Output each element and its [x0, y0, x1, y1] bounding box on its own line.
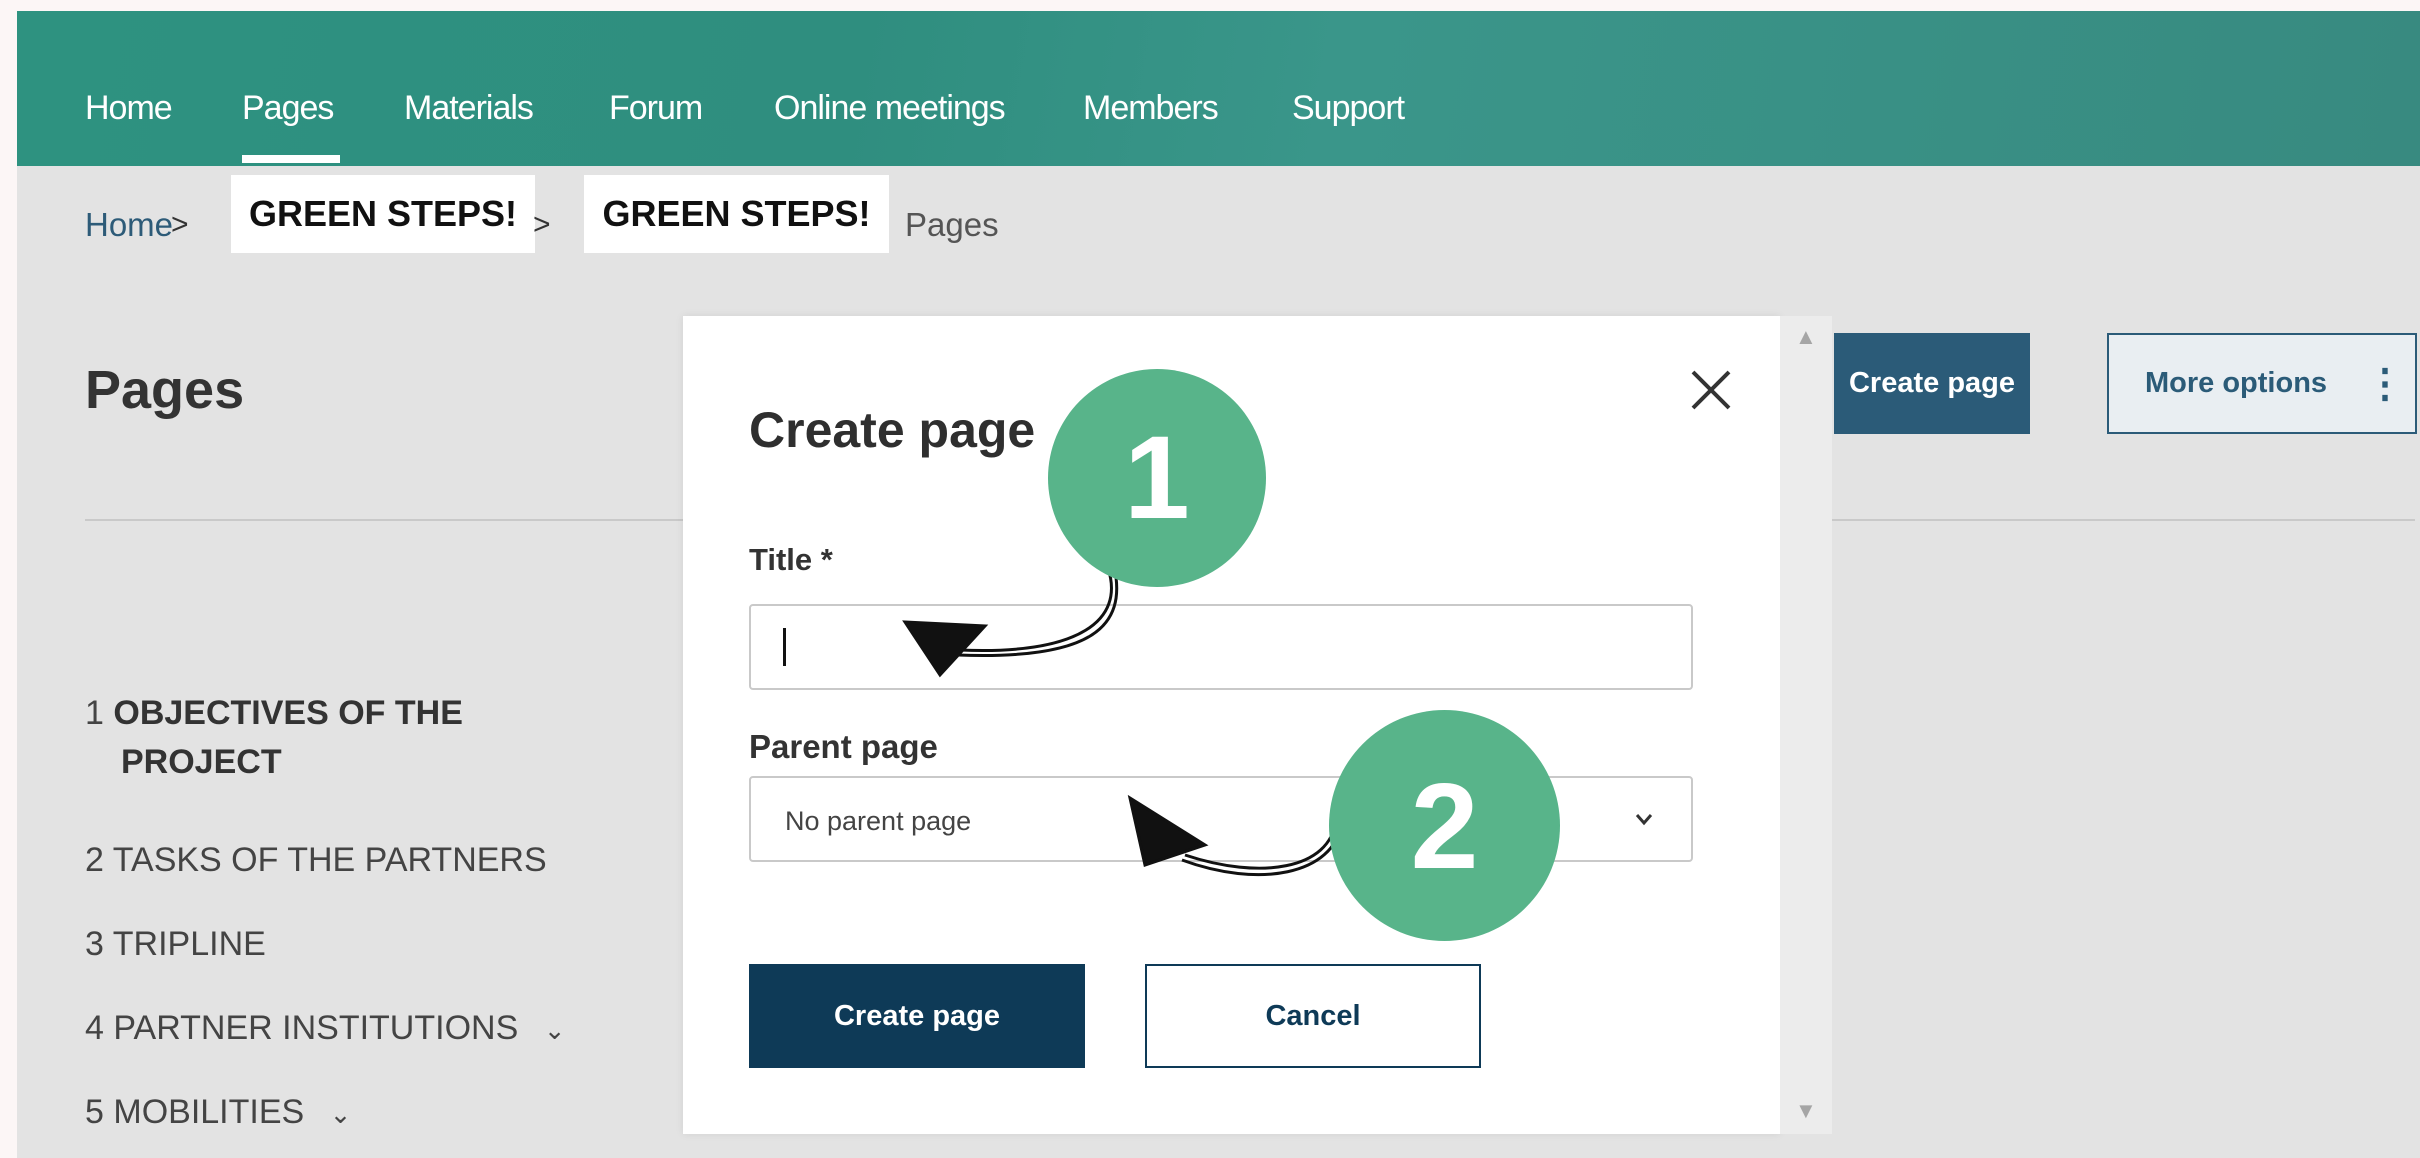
- step-marker-1: 1: [1048, 369, 1266, 587]
- annotation-arrows: [902, 565, 1344, 877]
- arrow-1: [902, 565, 1119, 678]
- step-marker-2: 2: [1329, 710, 1560, 941]
- arrow-2: [1127, 794, 1344, 877]
